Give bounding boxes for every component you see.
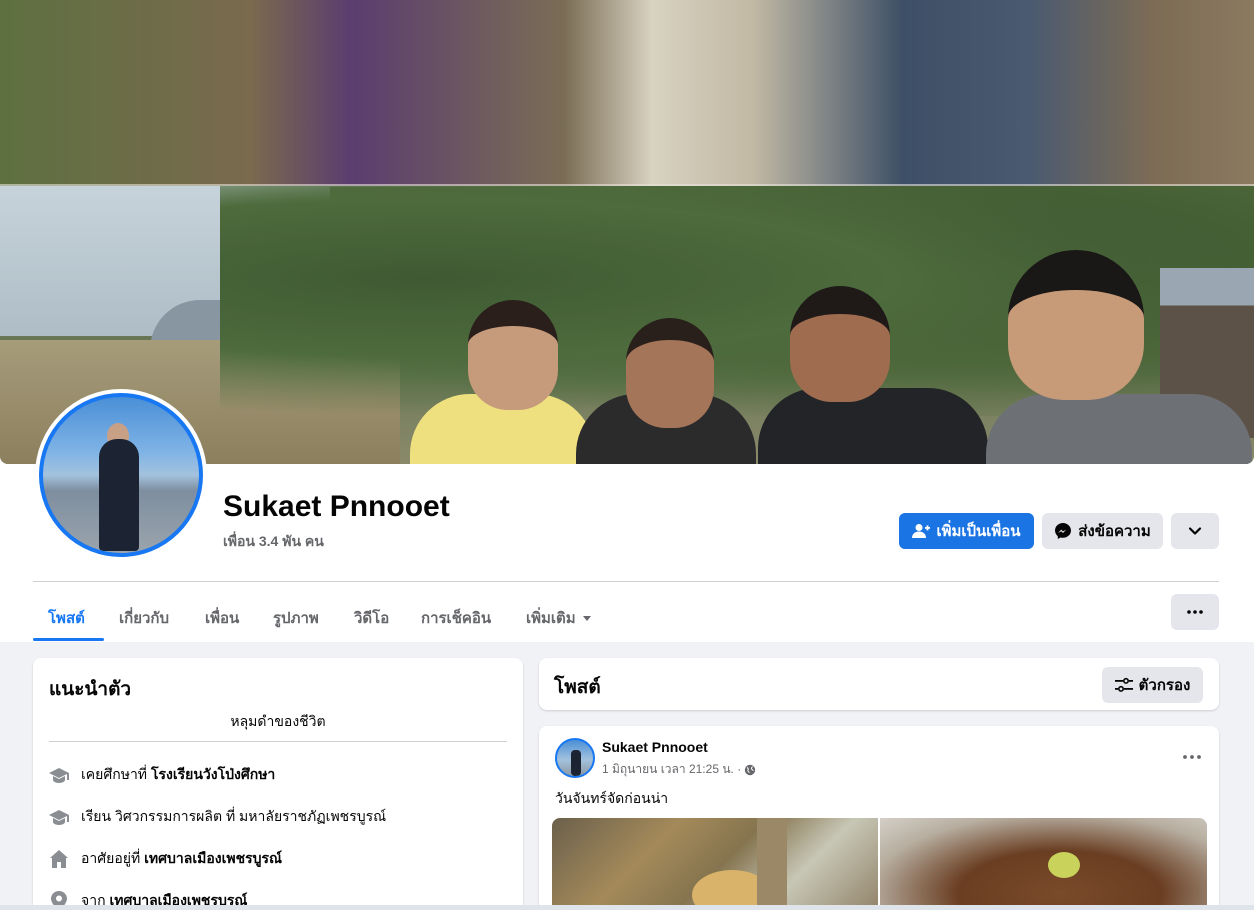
post-text: วันจันทร์จัดก่อนน่า [555,790,669,806]
intro-bio: หลุมดำของชีวิต [230,713,326,729]
tab-posts[interactable]: โพสต์ [48,594,85,642]
school-link[interactable]: โรงเรียนวังโป่งศึกษา [151,764,275,786]
cover-person-2-head [626,318,714,428]
graduation-cap-icon [49,765,69,785]
intro-item-text: เรียน วิศวกรรมการผลิต ที่ มหาลัยราชภัฏเพ… [81,808,387,824]
more-dots-icon [1183,755,1201,759]
messenger-icon [1055,523,1072,539]
window-bottom-edge [0,905,1254,910]
post-author-name[interactable]: Sukaet Pnnooet [602,739,708,755]
chevron-down-icon [1188,527,1202,535]
profile-avatar-image [39,393,203,557]
profile-name: Sukaet Pnnooet [223,490,450,523]
intro-title: แนะนำตัว [49,679,132,700]
photo-lime [1048,852,1080,878]
avatar-person-body [99,439,139,551]
lives-in-link[interactable]: เทศบาลเมืองเพชรบูรณ์ [144,848,282,870]
globe-icon [745,764,756,775]
send-message-label: ส่งข้อความ [1078,523,1151,540]
add-friend-label: เพิ่มเป็นเพื่อน [936,523,1021,540]
tab-check-ins[interactable]: การเช็คอิน [421,594,491,642]
home-icon [49,849,69,869]
post-card: Sukaet Pnnooet 1 มิถุนายน เวลา 21:25 น. … [539,726,1219,910]
send-message-button[interactable]: ส่งข้อความ [1042,513,1163,549]
filter-label: ตัวกรอง [1138,677,1191,694]
post-timestamp[interactable]: 1 มิถุนายน เวลา 21:25 น. · [602,760,741,779]
filter-button[interactable]: ตัวกรอง [1102,667,1203,703]
tab-more[interactable]: เพิ่มเติม [526,594,594,642]
cover-person-4-body [986,394,1252,464]
cover-person-3-head [790,286,890,402]
active-tab-indicator [33,638,104,641]
add-friend-button[interactable]: เพิ่มเป็นเพื่อน [899,513,1034,549]
post-photo-1[interactable] [552,818,878,910]
post-options-button[interactable] [1183,746,1201,764]
intro-divider [49,741,507,742]
profile-more-dropdown-button[interactable] [1171,513,1219,549]
tab-videos[interactable]: วิดีโอ [354,594,389,642]
posts-title: โพสต์ [554,677,601,698]
intro-item-prefix: เคยศึกษาที่ [81,766,148,782]
friends-count[interactable]: เพื่อน 3.4 พัน คน [223,531,324,553]
post-author-avatar[interactable] [555,738,595,778]
intro-item-prefix: อาศัยอยู่ที่ [81,850,141,866]
intro-card: แนะนำตัว หลุมดำของชีวิต เคยศึกษาที่ โรงเ… [33,658,523,910]
tab-more-label: เพิ่มเติม [526,610,576,627]
intro-item-education-university: เรียน วิศวกรรมการผลิต ที่ มหาลัยราชภัฏเพ… [49,806,386,828]
caret-down-icon [582,616,591,621]
cover-person-1-head [468,300,558,410]
cover-person-4-head [1008,250,1144,400]
photo-branch [757,818,787,910]
post-photo-2[interactable] [880,818,1207,910]
cover-photo[interactable] [0,0,1254,464]
intro-item-lives-in: อาศัยอยู่ที่ เทศบาลเมืองเพชรบูรณ์ [49,848,282,870]
cover-person-3-body [758,388,988,464]
cover-photo-top-segment [0,0,1254,186]
filter-sliders-icon [1114,677,1133,692]
more-dots-icon [1187,610,1203,614]
tab-about[interactable]: เกี่ยวกับ [119,594,169,642]
profile-avatar[interactable] [35,389,207,561]
tabs-more-options-button[interactable] [1171,594,1219,630]
posts-header-card: โพสต์ ตัวกรอง [539,658,1219,710]
tab-friends[interactable]: เพื่อน [205,594,239,642]
header-divider [33,581,1219,582]
post-avatar-person [571,750,581,776]
post-meta: 1 มิถุนายน เวลา 21:25 น. · [602,760,756,779]
tab-photos[interactable]: รูปภาพ [273,594,319,642]
intro-item-education-school: เคยศึกษาที่ โรงเรียนวังโป่งศึกษา [49,764,275,786]
add-friend-icon [912,524,931,538]
graduation-cap-icon [49,807,69,827]
